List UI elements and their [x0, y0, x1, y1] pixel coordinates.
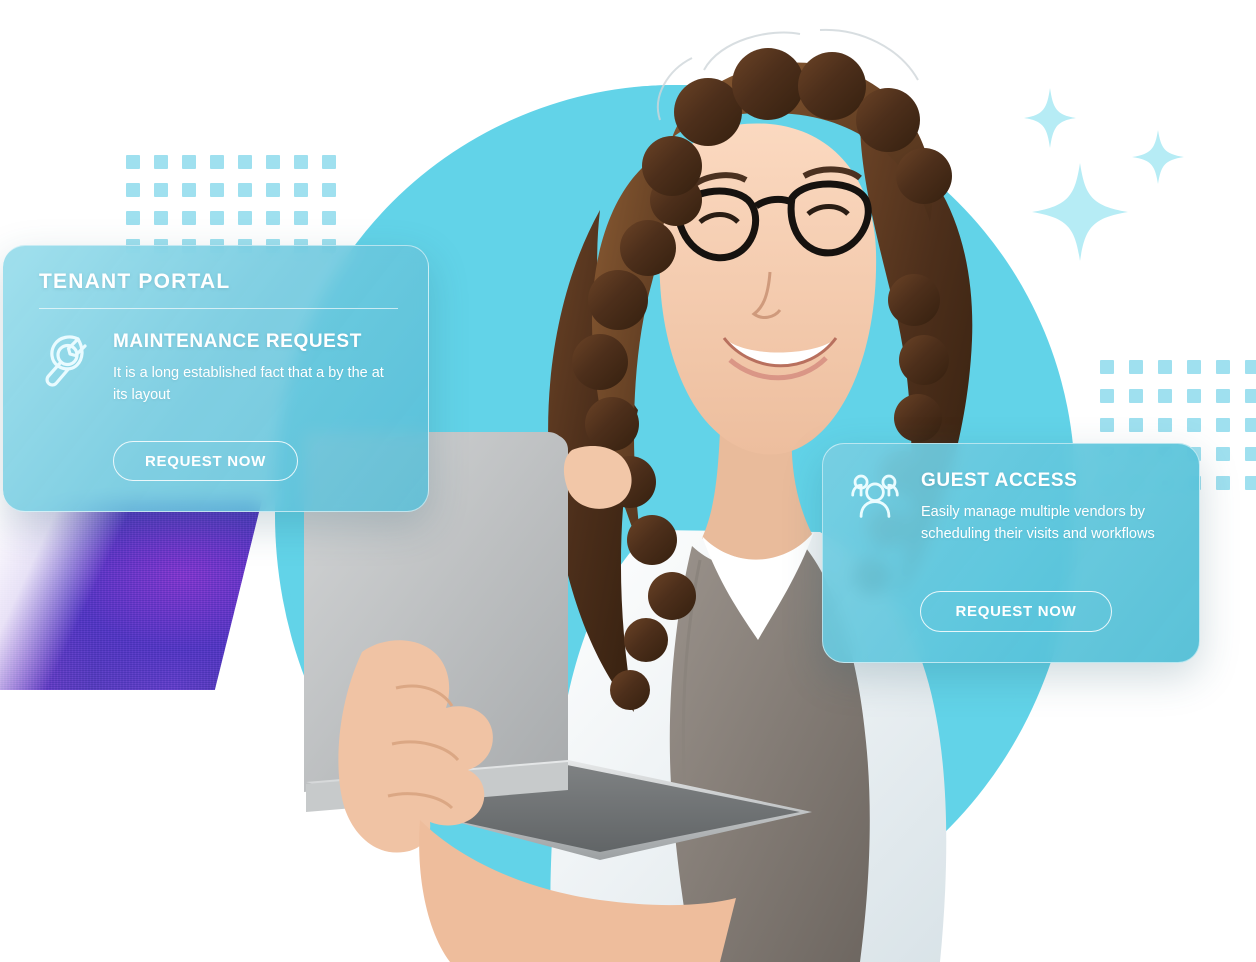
decor-dot	[182, 155, 196, 169]
decor-dot	[1100, 360, 1114, 374]
decor-dot	[1216, 389, 1230, 403]
decor-dot	[1216, 476, 1230, 490]
decor-dot	[1216, 418, 1230, 432]
decor-dot	[1158, 389, 1172, 403]
decor-dot	[182, 211, 196, 225]
decor-dot	[1129, 418, 1143, 432]
decor-dot	[238, 211, 252, 225]
decor-dot	[238, 183, 252, 197]
decor-dot	[1187, 418, 1201, 432]
sparkle-large-icon	[1032, 163, 1128, 261]
decor-dot	[154, 211, 168, 225]
decor-dot	[210, 211, 224, 225]
card-eyebrow-tenant-portal: TENANT PORTAL	[39, 270, 231, 293]
decor-dot	[1245, 447, 1256, 461]
card-description-maintenance-request: It is a long established fact that a by …	[113, 365, 384, 404]
decor-dot	[1100, 418, 1114, 432]
users-group-icon	[849, 470, 905, 526]
decor-dot	[1129, 360, 1143, 374]
request-now-button-guest-access[interactable]: REQUEST NOW	[920, 591, 1112, 632]
decor-dot	[126, 211, 140, 225]
decor-dot	[1245, 476, 1256, 490]
wrench-icon	[39, 331, 95, 387]
decor-dot	[1245, 389, 1256, 403]
sparkle-small-right-icon	[1132, 130, 1184, 184]
decor-dot	[1245, 360, 1256, 374]
decor-dot	[182, 183, 196, 197]
decor-dot	[1187, 360, 1201, 374]
decor-dot	[1216, 360, 1230, 374]
decor-dot	[1245, 418, 1256, 432]
decor-dot	[154, 183, 168, 197]
sparkle-small-top-icon	[1024, 88, 1076, 148]
card-title-guest-access: GUEST ACCESS	[921, 470, 1078, 491]
decor-dot	[1158, 360, 1172, 374]
decor-dot	[154, 155, 168, 169]
decor-dot	[266, 183, 280, 197]
request-now-button-tenant-portal[interactable]: REQUEST NOW	[113, 441, 298, 481]
decor-dot	[1158, 418, 1172, 432]
compression-artifact-fade	[0, 500, 130, 690]
decor-dot	[1187, 389, 1201, 403]
decor-dot	[266, 211, 280, 225]
decor-dot	[1129, 389, 1143, 403]
decor-dot	[1216, 447, 1230, 461]
card-title-maintenance-request: MAINTENANCE REQUEST	[113, 331, 362, 352]
decor-dot	[266, 155, 280, 169]
decor-dot	[1100, 389, 1114, 403]
decor-dot	[210, 155, 224, 169]
decor-dot	[210, 183, 224, 197]
hero-section: TENANT PORTAL MAINTENANCE REQUEST It is …	[0, 0, 1256, 962]
decor-dot	[238, 155, 252, 169]
decor-dot	[126, 155, 140, 169]
card-description-guest-access: Easily manage multiple vendors by schedu…	[921, 504, 1155, 543]
decor-dot	[126, 183, 140, 197]
